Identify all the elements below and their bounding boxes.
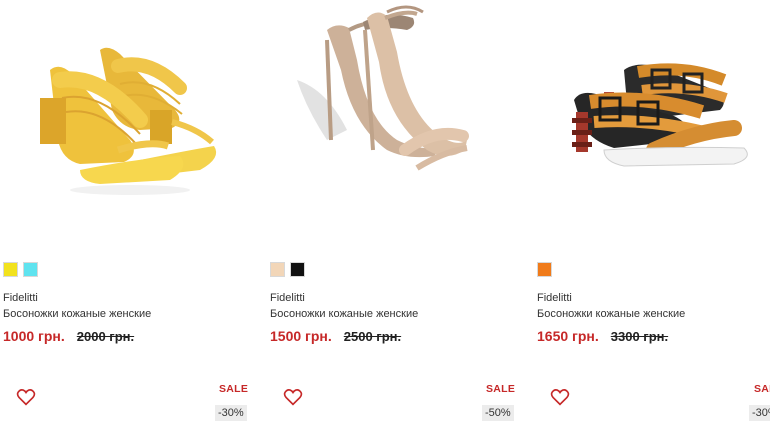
product-grid: Fidelitti Босоножки кожаные женские 1000… xyxy=(0,0,770,430)
product-brand[interactable]: Fidelitti xyxy=(537,292,572,304)
price-block: 1000 грн. 2000 грн. xyxy=(3,328,134,344)
color-swatches xyxy=(3,262,38,277)
heart-icon[interactable] xyxy=(16,388,36,406)
price-old: 3300 грн. xyxy=(610,329,669,344)
heart-icon[interactable] xyxy=(550,388,570,406)
product-brand[interactable]: Fidelitti xyxy=(270,292,305,304)
product-image[interactable] xyxy=(534,0,770,250)
amber-buckle-mule-sandals-icon xyxy=(572,63,748,167)
sale-badge: SALE xyxy=(219,383,249,395)
price-block: 1650 грн. 3300 грн. xyxy=(537,328,668,344)
color-swatch[interactable] xyxy=(537,262,552,277)
discount-badge: -30% xyxy=(215,405,247,421)
color-swatches xyxy=(537,262,552,277)
discount-badge: -30% xyxy=(749,405,770,421)
yellow-block-heel-sandals-icon xyxy=(40,47,217,195)
nude-stiletto-sandals-icon xyxy=(297,5,469,171)
heart-icon[interactable] xyxy=(283,388,303,406)
color-swatch[interactable] xyxy=(3,262,18,277)
price-old: 2500 грн. xyxy=(343,329,402,344)
product-title[interactable]: Босоножки кожаные женские xyxy=(270,308,418,320)
product-card[interactable]: Fidelitti Босоножки кожаные женские 1500… xyxy=(267,0,535,430)
color-swatch[interactable] xyxy=(23,262,38,277)
product-title[interactable]: Босоножки кожаные женские xyxy=(3,308,151,320)
product-card[interactable]: Fidelitti Босоножки кожаные женские 1650… xyxy=(534,0,770,430)
color-swatch[interactable] xyxy=(290,262,305,277)
product-image[interactable] xyxy=(0,0,268,250)
product-image[interactable] xyxy=(267,0,535,250)
price-old: 2000 грн. xyxy=(76,329,135,344)
color-swatch[interactable] xyxy=(270,262,285,277)
price-current: 1500 грн. xyxy=(270,328,332,344)
discount-badge: -50% xyxy=(482,405,514,421)
product-brand[interactable]: Fidelitti xyxy=(3,292,38,304)
color-swatches xyxy=(270,262,305,277)
price-block: 1500 грн. 2500 грн. xyxy=(270,328,401,344)
sale-badge: SALE xyxy=(486,383,516,395)
price-current: 1000 грн. xyxy=(3,328,65,344)
product-title[interactable]: Босоножки кожаные женские xyxy=(537,308,685,320)
product-card[interactable]: Fidelitti Босоножки кожаные женские 1000… xyxy=(0,0,268,430)
price-current: 1650 грн. xyxy=(537,328,599,344)
sale-badge: SALE xyxy=(754,383,770,395)
